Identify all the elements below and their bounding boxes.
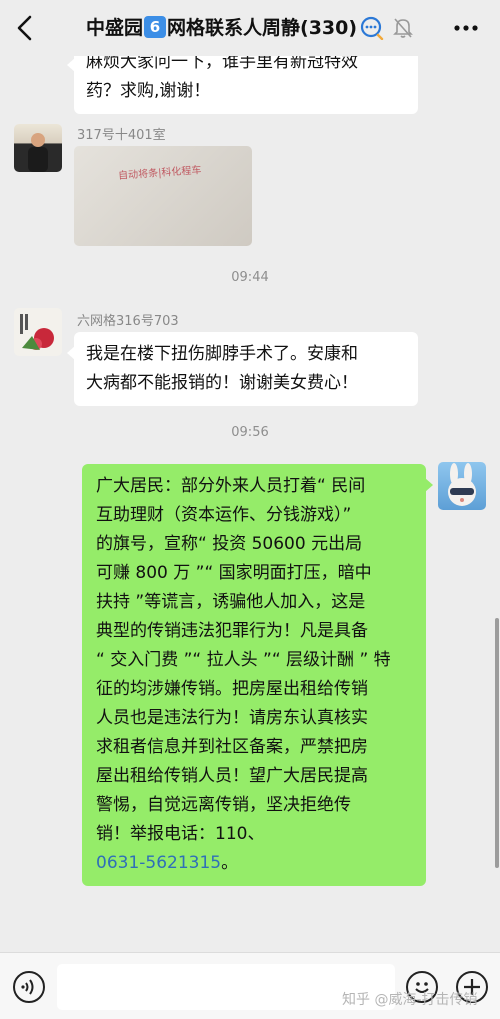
input-toolbar: 知乎 @威海-打击传销 [0,952,500,1019]
phone-link[interactable]: 0631-5621315 [96,853,221,873]
message-text-line: 可赚 800 万 ”“ 国家明面打压，暗中 [96,563,372,583]
flower-painting-icon [20,314,54,350]
rabbit-avatar-icon [448,463,476,506]
avatar[interactable] [14,308,62,356]
image-handwriting: 自动将条|科化程车 [117,165,202,182]
page-title: 中盛园 6 网格联系人周静(330) [86,13,357,40]
message-text-line: 征的均涉嫌传销。把房屋出租给传销 [96,679,368,699]
message-bubble[interactable]: 广大居民：部分外来人员打着“ 民间 互助理财（资本运作、分钱游戏）” 的旗号，宣… [82,464,433,886]
message-text-line: 大病都不能报销的！谢谢美女费心！ [86,373,358,393]
message-text-line: “ 交入门费 ”“ 拉人头 ”“ 层级计酬 ” 特 [96,650,391,670]
message-text-line: 屋出租给传销人员！望广大居民提高 [96,766,368,786]
sender-name: 317号十401室 [77,128,166,143]
message-bubble[interactable]: 我是在楼下扭伤脚脖手术了。安康和 大病都不能报销的！谢谢美女费心！ [67,332,418,406]
message-text-line: 药？求购,谢谢！ [86,81,211,101]
message-text-line: 的旗号，宣称“ 投资 50600 元出局 [96,534,363,554]
back-arrow-icon[interactable] [12,13,40,43]
message-text-line: 互助理财（资本运作、分钱游戏）” [96,505,352,525]
message-text-line: 广大居民：部分外来人员打着“ 民间 [96,476,366,496]
message-text-line: 销！举报电话：110、 [96,824,265,844]
message-text-line: 求租者信息并到社区备案，严禁把房 [96,737,368,757]
message-text-line: 扶持 ”等谎言，诱骗他人加入，这是 [96,592,366,612]
title-suffix: 网格联系人周静(330) [167,17,358,39]
voice-icon[interactable] [13,971,45,1003]
timestamp: 09:44 [231,270,269,285]
scrollbar[interactable] [495,618,499,868]
number-six-icon: 6 [144,15,167,38]
chat-search-icon[interactable] [360,16,384,40]
chat-header: 中盛园 6 网格联系人周静(330) [0,0,500,56]
chat-area: 麻烦大家问一下，谁手里有新冠特效 药？求购,谢谢！ 317号十401室 自动将条… [0,0,500,952]
mute-bell-icon[interactable] [393,17,413,39]
timestamp: 09:56 [231,425,269,440]
message-text-line: 0631-5621315。 [96,849,414,878]
phone-suffix: 。 [221,853,239,873]
watermark: 知乎 @威海-打击传销 [342,992,478,1008]
more-icon[interactable] [453,24,479,32]
message-text-line: 典型的传销违法犯罪行为！凡是具备 [96,621,368,641]
person-figure [28,133,48,172]
sender-name: 六网格316号703 [77,314,179,329]
message-text-line: 警惕，自觉远离传销，坚决拒绝传 [96,795,351,815]
image-message[interactable]: 自动将条|科化程车 [74,146,252,246]
avatar[interactable] [438,462,486,510]
title-prefix: 中盛园 [86,17,144,39]
message-text-line: 人员也是违法行为！请房东认真核实 [96,708,368,728]
message-text-line: 我是在楼下扭伤脚脖手术了。安康和 [86,344,358,364]
avatar[interactable] [14,124,62,172]
